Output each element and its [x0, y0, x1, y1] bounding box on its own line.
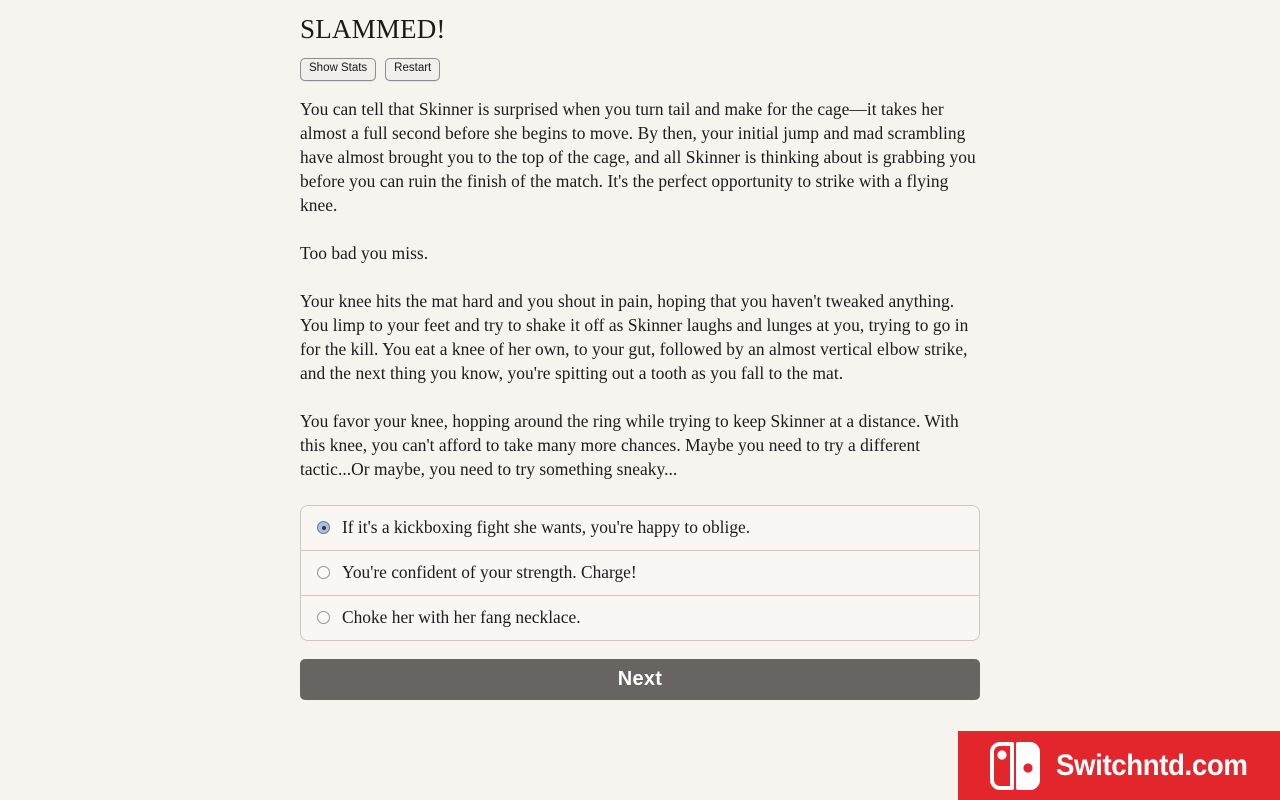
- show-stats-button[interactable]: Show Stats: [300, 58, 377, 81]
- watermark-text: Switchntd.com: [1056, 748, 1248, 782]
- nintendo-switch-icon: [990, 741, 1040, 790]
- choice-label: If it's a kickboxing fight she wants, yo…: [342, 517, 751, 538]
- story-paragraph: You can tell that Skinner is surprised w…: [300, 98, 976, 215]
- story-paragraph: Too bad you miss.: [300, 242, 429, 263]
- watermark-banner: Switchntd.com: [958, 731, 1280, 800]
- story-text: You can tell that Skinner is surprised w…: [300, 97, 980, 481]
- choice-label: Choke her with her fang necklace.: [342, 607, 581, 628]
- choice-list: If it's a kickboxing fight she wants, yo…: [300, 504, 980, 641]
- choice-option-1[interactable]: If it's a kickboxing fight she wants, yo…: [301, 506, 979, 550]
- radio-icon-selected[interactable]: [317, 521, 330, 535]
- choice-label: You're confident of your strength. Charg…: [342, 562, 637, 583]
- choice-option-3[interactable]: Choke her with her fang necklace.: [301, 594, 979, 640]
- game-content: SLAMMED! Show Stats Restart You can tell…: [300, 0, 980, 700]
- radio-icon[interactable]: [317, 611, 330, 625]
- page-title: SLAMMED!: [300, 14, 446, 44]
- restart-button[interactable]: Restart: [385, 58, 441, 81]
- radio-icon[interactable]: [317, 566, 330, 580]
- story-paragraph: Your knee hits the mat hard and you shou…: [300, 290, 969, 383]
- story-paragraph: You favor your knee, hopping around the …: [300, 410, 959, 479]
- next-button[interactable]: Next: [300, 658, 980, 700]
- choice-option-2[interactable]: You're confident of your strength. Charg…: [301, 549, 979, 595]
- toolbar: Show Stats Restart: [300, 58, 980, 81]
